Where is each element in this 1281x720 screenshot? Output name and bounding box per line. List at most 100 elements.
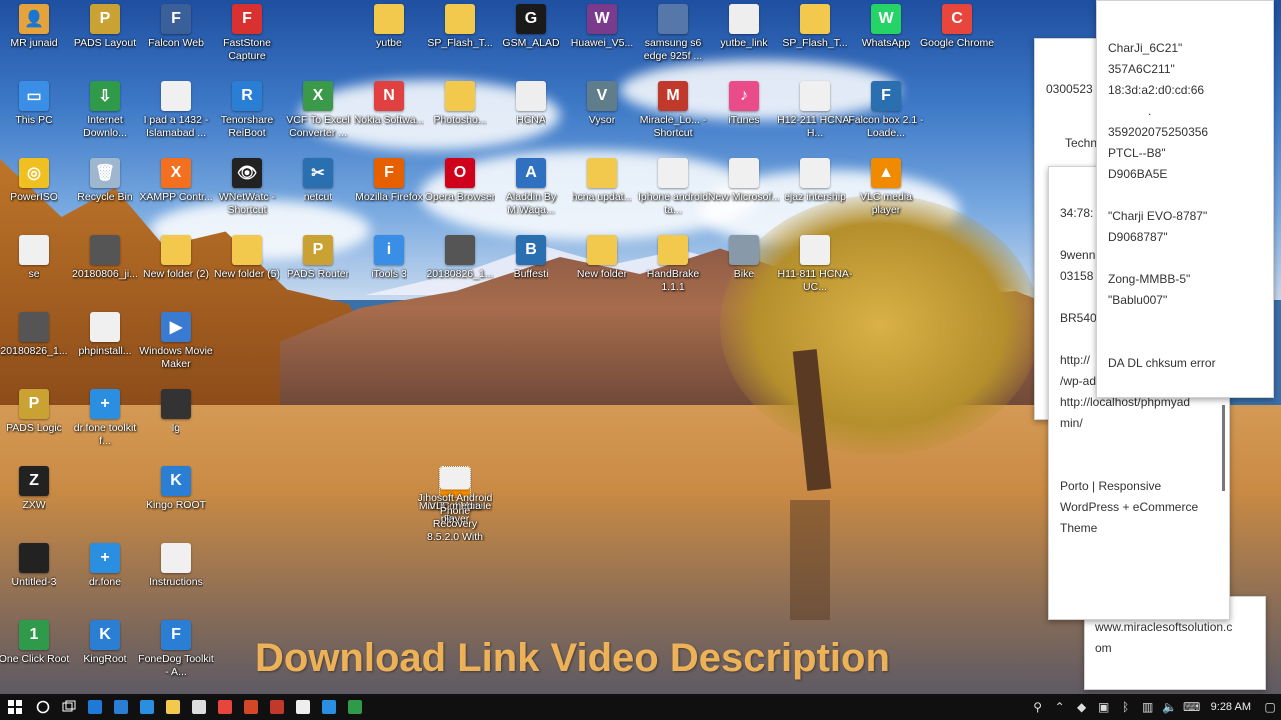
desktop-icon[interactable]: hcna updat... bbox=[564, 158, 640, 232]
taskbar-store-icon[interactable] bbox=[108, 694, 134, 720]
people-icon[interactable]: ⚲ bbox=[1027, 700, 1049, 714]
desktop-icon[interactable]: New folder (2) bbox=[138, 235, 214, 309]
desktop-icon[interactable]: ♪ iTunes bbox=[706, 81, 782, 155]
desktop-icon[interactable]: H11-811 HCNA-UC... bbox=[777, 235, 853, 309]
language-icon[interactable]: ⌨ bbox=[1181, 700, 1203, 714]
desktop-icon[interactable]: + dr.fone bbox=[67, 543, 143, 617]
desktop-icon[interactable]: Jihosoft Android Phone Recovery 8.5.2.0 … bbox=[417, 465, 493, 541]
desktop-icon[interactable]: V Vysor bbox=[564, 81, 640, 155]
desktop-icon[interactable]: yutbe bbox=[351, 4, 427, 78]
taskbar-powerpoint-icon[interactable] bbox=[238, 694, 264, 720]
taskbar-image-icon[interactable] bbox=[186, 694, 212, 720]
desktop-icon[interactable]: R Tenorshare ReiBoot bbox=[209, 81, 285, 155]
desktop-icon[interactable]: yutbe_link bbox=[706, 4, 782, 78]
desktop-icon[interactable]: W Huawei_V5... bbox=[564, 4, 640, 78]
start-button[interactable] bbox=[0, 694, 30, 720]
desktop-icon[interactable]: samsung s6 edge 925f ... bbox=[635, 4, 711, 78]
desktop-icon[interactable]: Untitled-3 bbox=[0, 543, 72, 617]
desktop-icon[interactable]: A Aladdin By M.Waqa... bbox=[493, 158, 569, 232]
cortana-icon[interactable] bbox=[30, 694, 56, 720]
desktop-icon[interactable]: M Miracle_Lo... - Shortcut bbox=[635, 81, 711, 155]
desktop-icon[interactable]: New folder bbox=[564, 235, 640, 309]
pads-icon: P bbox=[90, 4, 120, 34]
taskbar-shield-icon[interactable] bbox=[290, 694, 316, 720]
desktop-icon[interactable]: ◎ PowerISO bbox=[0, 158, 72, 232]
desktop-icon[interactable]: New folder (5) bbox=[209, 235, 285, 309]
volume-icon[interactable]: 🔈 bbox=[1159, 700, 1181, 714]
desktop-icon[interactable]: lg bbox=[138, 389, 214, 463]
taskbar-app3-icon[interactable] bbox=[342, 694, 368, 720]
desktop-icon[interactable]: Z ZXW bbox=[0, 466, 72, 540]
desktop-icon-label: FastStone Capture bbox=[223, 37, 271, 62]
desktop-icon[interactable]: ejaz intership bbox=[777, 158, 853, 232]
desktop-icon[interactable]: K Kingo ROOT bbox=[138, 466, 214, 540]
desktop-icon[interactable]: ▶ Windows Movie Maker bbox=[138, 312, 214, 386]
taskbar-app-icon[interactable] bbox=[264, 694, 290, 720]
taskbar-app2-icon[interactable] bbox=[316, 694, 342, 720]
taskbar-chrome-icon[interactable] bbox=[212, 694, 238, 720]
desktop-icon[interactable]: HCNA bbox=[493, 81, 569, 155]
desktop-icon[interactable]: ▭ This PC bbox=[0, 81, 72, 155]
desktop-icon[interactable]: F Falcon Web bbox=[138, 4, 214, 78]
desktop-icon[interactable]: i iTools 3 bbox=[351, 235, 427, 309]
desktop-icon-label: New folder bbox=[576, 268, 628, 280]
drfone-icon: + bbox=[90, 543, 120, 573]
desktop-icon[interactable]: X VCF To Excel Converter ... bbox=[280, 81, 356, 155]
desktop-icon[interactable]: New Microsof... bbox=[706, 158, 782, 232]
desktop-icon[interactable]: Iphone android ta... bbox=[635, 158, 711, 232]
desktop-icon[interactable]: Instructions bbox=[138, 543, 214, 617]
desktop-icon[interactable]: 1 One Click Root bbox=[0, 620, 72, 694]
desktop-icon[interactable]: SP_Flash_T... bbox=[422, 4, 498, 78]
desktop-icon[interactable]: P PADS Router bbox=[280, 235, 356, 309]
desktop-icon[interactable]: 20180826_1... bbox=[0, 312, 72, 386]
task-view-icon[interactable] bbox=[56, 694, 82, 720]
desktop-icon-label: hcna updat... bbox=[571, 191, 633, 203]
desktop-icon[interactable]: 👤 MR junaid bbox=[0, 4, 72, 78]
taskbar-clock[interactable]: 9:28 AM bbox=[1203, 701, 1259, 713]
desktop-icon[interactable]: W WhatsApp bbox=[848, 4, 924, 78]
desktop-icon[interactable]: F FoneDog Toolkit - A... bbox=[138, 620, 214, 694]
desktop-icon[interactable]: N Nokia Softwa... bbox=[351, 81, 427, 155]
taskbar-photos-icon[interactable] bbox=[134, 694, 160, 720]
show-hidden-icons-chevron-icon[interactable]: ⌃ bbox=[1049, 700, 1071, 714]
desktop-icon[interactable]: I pad a 1432 - Islamabad ... bbox=[138, 81, 214, 155]
desktop-icon[interactable]: ✂ netcut bbox=[280, 158, 356, 232]
note-text-line: DA DL chksum error bbox=[1108, 356, 1216, 370]
desktop-icon[interactable]: F Mozilla Firefox bbox=[351, 158, 427, 232]
desktop-icon[interactable]: HandBrake 1.1.1 bbox=[635, 235, 711, 309]
tray-shield-icon[interactable]: ▣ bbox=[1093, 700, 1115, 714]
desktop-icon[interactable]: F Falcon box 2.1 - Loade... bbox=[848, 81, 924, 155]
reiboot-icon: R bbox=[232, 81, 262, 111]
desktop-icon[interactable]: B Buffesti bbox=[493, 235, 569, 309]
action-center-icon[interactable]: ▢ bbox=[1259, 700, 1281, 714]
taskbar-edge-icon[interactable] bbox=[82, 694, 108, 720]
desktop-icon[interactable]: 🗑 Recycle Bin bbox=[67, 158, 143, 232]
desktop-icon[interactable]: X XAMPP Contr... bbox=[138, 158, 214, 232]
bluetooth-icon[interactable]: ᛒ bbox=[1115, 700, 1137, 714]
desktop-icon[interactable]: P PADS Layout bbox=[67, 4, 143, 78]
desktop-icon[interactable]: 20180806_ji... bbox=[67, 235, 143, 309]
taskbar-explorer-icon[interactable] bbox=[160, 694, 186, 720]
desktop-icon[interactable]: phpinstall... bbox=[67, 312, 143, 386]
sticky-note-front[interactable]: CharJi_6C21" 357A6C211" 18:3d:a2:d0:cd:66 … bbox=[1096, 0, 1274, 398]
note-text-line: "Charji EVO-8787" bbox=[1108, 209, 1208, 223]
desktop-icon[interactable]: se bbox=[0, 235, 72, 309]
note-scrollbar[interactable] bbox=[1222, 405, 1225, 491]
desktop-icon[interactable]: C Google Chrome bbox=[919, 4, 995, 78]
desktop-icon[interactable]: ⇩ Internet Downlo... bbox=[67, 81, 143, 155]
desktop-icon[interactable]: + dr.fone toolkit f... bbox=[67, 389, 143, 463]
desktop-icon[interactable]: 20180826_1... bbox=[422, 235, 498, 309]
desktop-icon[interactable]: K KingRoot bbox=[67, 620, 143, 694]
desktop-icon[interactable]: SP_Flash_T... bbox=[777, 4, 853, 78]
tray-app-icon[interactable]: ◆ bbox=[1071, 700, 1093, 714]
desktop-icon[interactable]: ▲ VLC media player bbox=[848, 158, 924, 232]
desktop-icon[interactable]: F FastStone Capture bbox=[209, 4, 285, 78]
desktop-icon[interactable]: G GSM_ALAD bbox=[493, 4, 569, 78]
desktop-icon[interactable]: Bike bbox=[706, 235, 782, 309]
desktop-icon[interactable]: O Opera Browser bbox=[422, 158, 498, 232]
desktop-icon[interactable]: P PADS Logic bbox=[0, 389, 72, 463]
desktop-icon[interactable]: H12-211 HCNA-H... bbox=[777, 81, 853, 155]
network-icon[interactable]: ▥ bbox=[1137, 700, 1159, 714]
desktop-icon[interactable]: 👁 WNetWatc - Shortcut bbox=[209, 158, 285, 232]
desktop-icon[interactable]: Photosho... bbox=[422, 81, 498, 155]
